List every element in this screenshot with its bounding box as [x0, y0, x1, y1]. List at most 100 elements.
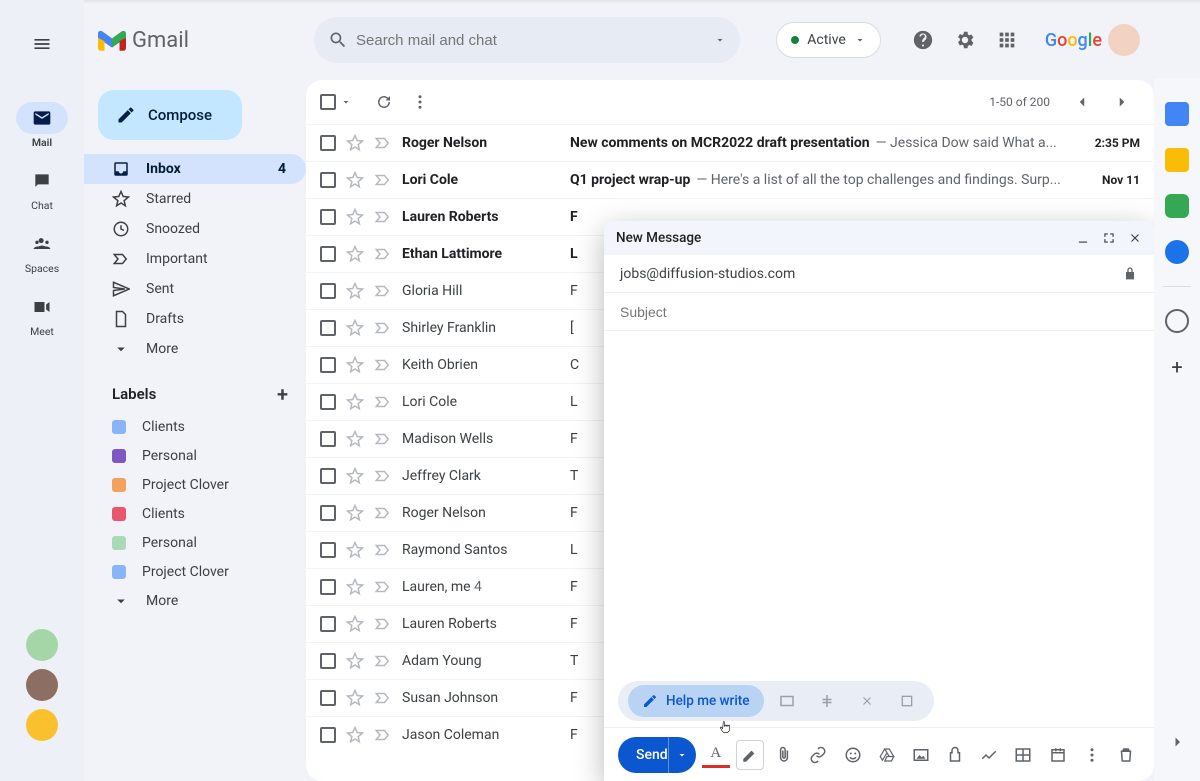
label-item[interactable]: Project Clover: [84, 557, 306, 586]
label-item[interactable]: Clients: [84, 412, 306, 441]
star-icon[interactable]: [346, 208, 364, 226]
support-icon[interactable]: [911, 28, 935, 52]
star-icon[interactable]: [346, 615, 364, 633]
prompt-suggest-3-icon[interactable]: [850, 685, 884, 717]
important-marker-icon[interactable]: [374, 430, 392, 448]
star-icon[interactable]: [346, 319, 364, 337]
status-chip[interactable]: Active: [776, 22, 881, 58]
rail-spaces[interactable]: Spaces: [10, 228, 74, 275]
nav-snoozed[interactable]: Snoozed: [84, 214, 306, 244]
row-checkbox[interactable]: [320, 320, 336, 336]
pager-next-button[interactable]: [1104, 84, 1140, 120]
star-icon[interactable]: [346, 393, 364, 411]
row-checkbox[interactable]: [320, 542, 336, 558]
label-item[interactable]: More: [84, 586, 306, 615]
more-actions-button[interactable]: [402, 84, 438, 120]
important-marker-icon[interactable]: [374, 689, 392, 707]
star-icon[interactable]: [346, 282, 364, 300]
star-icon[interactable]: [346, 689, 364, 707]
add-addon-button[interactable]: +: [1165, 355, 1189, 379]
font-color-icon[interactable]: A: [702, 742, 730, 768]
important-marker-icon[interactable]: [374, 282, 392, 300]
nav-important[interactable]: Important: [84, 244, 306, 274]
prompt-suggest-4-icon[interactable]: [890, 685, 924, 717]
search-bar[interactable]: [314, 17, 740, 63]
select-dropdown-icon[interactable]: [340, 96, 352, 108]
important-marker-icon[interactable]: [374, 652, 392, 670]
confidential-icon[interactable]: [941, 740, 969, 770]
apps-grid-icon[interactable]: [995, 28, 1019, 52]
link-icon[interactable]: [804, 740, 832, 770]
star-icon[interactable]: [346, 171, 364, 189]
star-icon[interactable]: [346, 356, 364, 374]
nav-more[interactable]: More: [84, 334, 306, 364]
rail-chat[interactable]: Chat: [10, 165, 74, 212]
row-checkbox[interactable]: [320, 357, 336, 373]
row-checkbox[interactable]: [320, 579, 336, 595]
row-checkbox[interactable]: [320, 209, 336, 225]
important-marker-icon[interactable]: [374, 319, 392, 337]
row-checkbox[interactable]: [320, 653, 336, 669]
main-menu-button[interactable]: [18, 20, 66, 68]
label-item[interactable]: Project Clover: [84, 470, 306, 499]
send-button[interactable]: Send: [618, 737, 696, 773]
nav-inbox[interactable]: Inbox 4: [84, 154, 306, 184]
label-item[interactable]: Personal: [84, 528, 306, 557]
addons-icon[interactable]: [1165, 309, 1189, 333]
avatar-presence-1[interactable]: [26, 629, 58, 661]
compose-subject-input[interactable]: [620, 304, 1138, 320]
google-logo[interactable]: Google: [1045, 24, 1140, 56]
important-marker-icon[interactable]: [374, 615, 392, 633]
compose-body[interactable]: [604, 331, 1154, 727]
label-item[interactable]: Clients: [84, 499, 306, 528]
important-marker-icon[interactable]: [374, 467, 392, 485]
highlight-pen-icon[interactable]: [736, 740, 764, 770]
minimize-button[interactable]: [1076, 231, 1090, 245]
important-marker-icon[interactable]: [374, 208, 392, 226]
label-item[interactable]: Personal: [84, 441, 306, 470]
nav-starred[interactable]: Starred: [84, 184, 306, 214]
discard-draft-button[interactable]: [1112, 740, 1140, 770]
calendar-icon[interactable]: [1165, 102, 1189, 126]
more-icon[interactable]: [1078, 740, 1106, 770]
row-checkbox[interactable]: [320, 468, 336, 484]
rail-meet[interactable]: Meet: [10, 291, 74, 338]
star-icon[interactable]: [346, 504, 364, 522]
important-marker-icon[interactable]: [374, 726, 392, 744]
settings-icon[interactable]: [953, 28, 977, 52]
star-icon[interactable]: [346, 652, 364, 670]
select-all-checkbox[interactable]: [320, 94, 336, 110]
pager-prev-button[interactable]: [1064, 84, 1100, 120]
image-icon[interactable]: [907, 740, 935, 770]
search-options-icon[interactable]: [714, 34, 726, 46]
refresh-button[interactable]: [366, 84, 402, 120]
row-checkbox[interactable]: [320, 690, 336, 706]
star-icon[interactable]: [346, 467, 364, 485]
important-marker-icon[interactable]: [374, 171, 392, 189]
row-checkbox[interactable]: [320, 246, 336, 262]
important-marker-icon[interactable]: [374, 134, 392, 152]
row-checkbox[interactable]: [320, 431, 336, 447]
collapse-side-panel-icon[interactable]: [1168, 733, 1186, 751]
attach-icon[interactable]: [770, 740, 798, 770]
avatar-presence-3[interactable]: [26, 709, 58, 741]
important-marker-icon[interactable]: [374, 541, 392, 559]
row-checkbox[interactable]: [320, 727, 336, 743]
important-marker-icon[interactable]: [374, 393, 392, 411]
row-checkbox[interactable]: [320, 616, 336, 632]
close-button[interactable]: [1128, 231, 1142, 245]
phone-icon[interactable]: [1165, 194, 1189, 218]
compose-button[interactable]: Compose: [98, 90, 242, 140]
important-marker-icon[interactable]: [374, 356, 392, 374]
mail-row[interactable]: Roger NelsonNew comments on MCR2022 draf…: [306, 124, 1154, 161]
star-icon[interactable]: [346, 430, 364, 448]
important-marker-icon[interactable]: [374, 245, 392, 263]
prompt-suggest-1-icon[interactable]: [770, 685, 804, 717]
send-options-button[interactable]: [668, 737, 696, 773]
gmail-logo[interactable]: Gmail: [98, 28, 302, 53]
rail-mail[interactable]: Mail: [10, 102, 74, 149]
important-marker-icon[interactable]: [374, 578, 392, 596]
add-label-button[interactable]: +: [277, 382, 288, 406]
tasks-icon[interactable]: [1165, 240, 1189, 264]
search-input[interactable]: [356, 32, 706, 49]
